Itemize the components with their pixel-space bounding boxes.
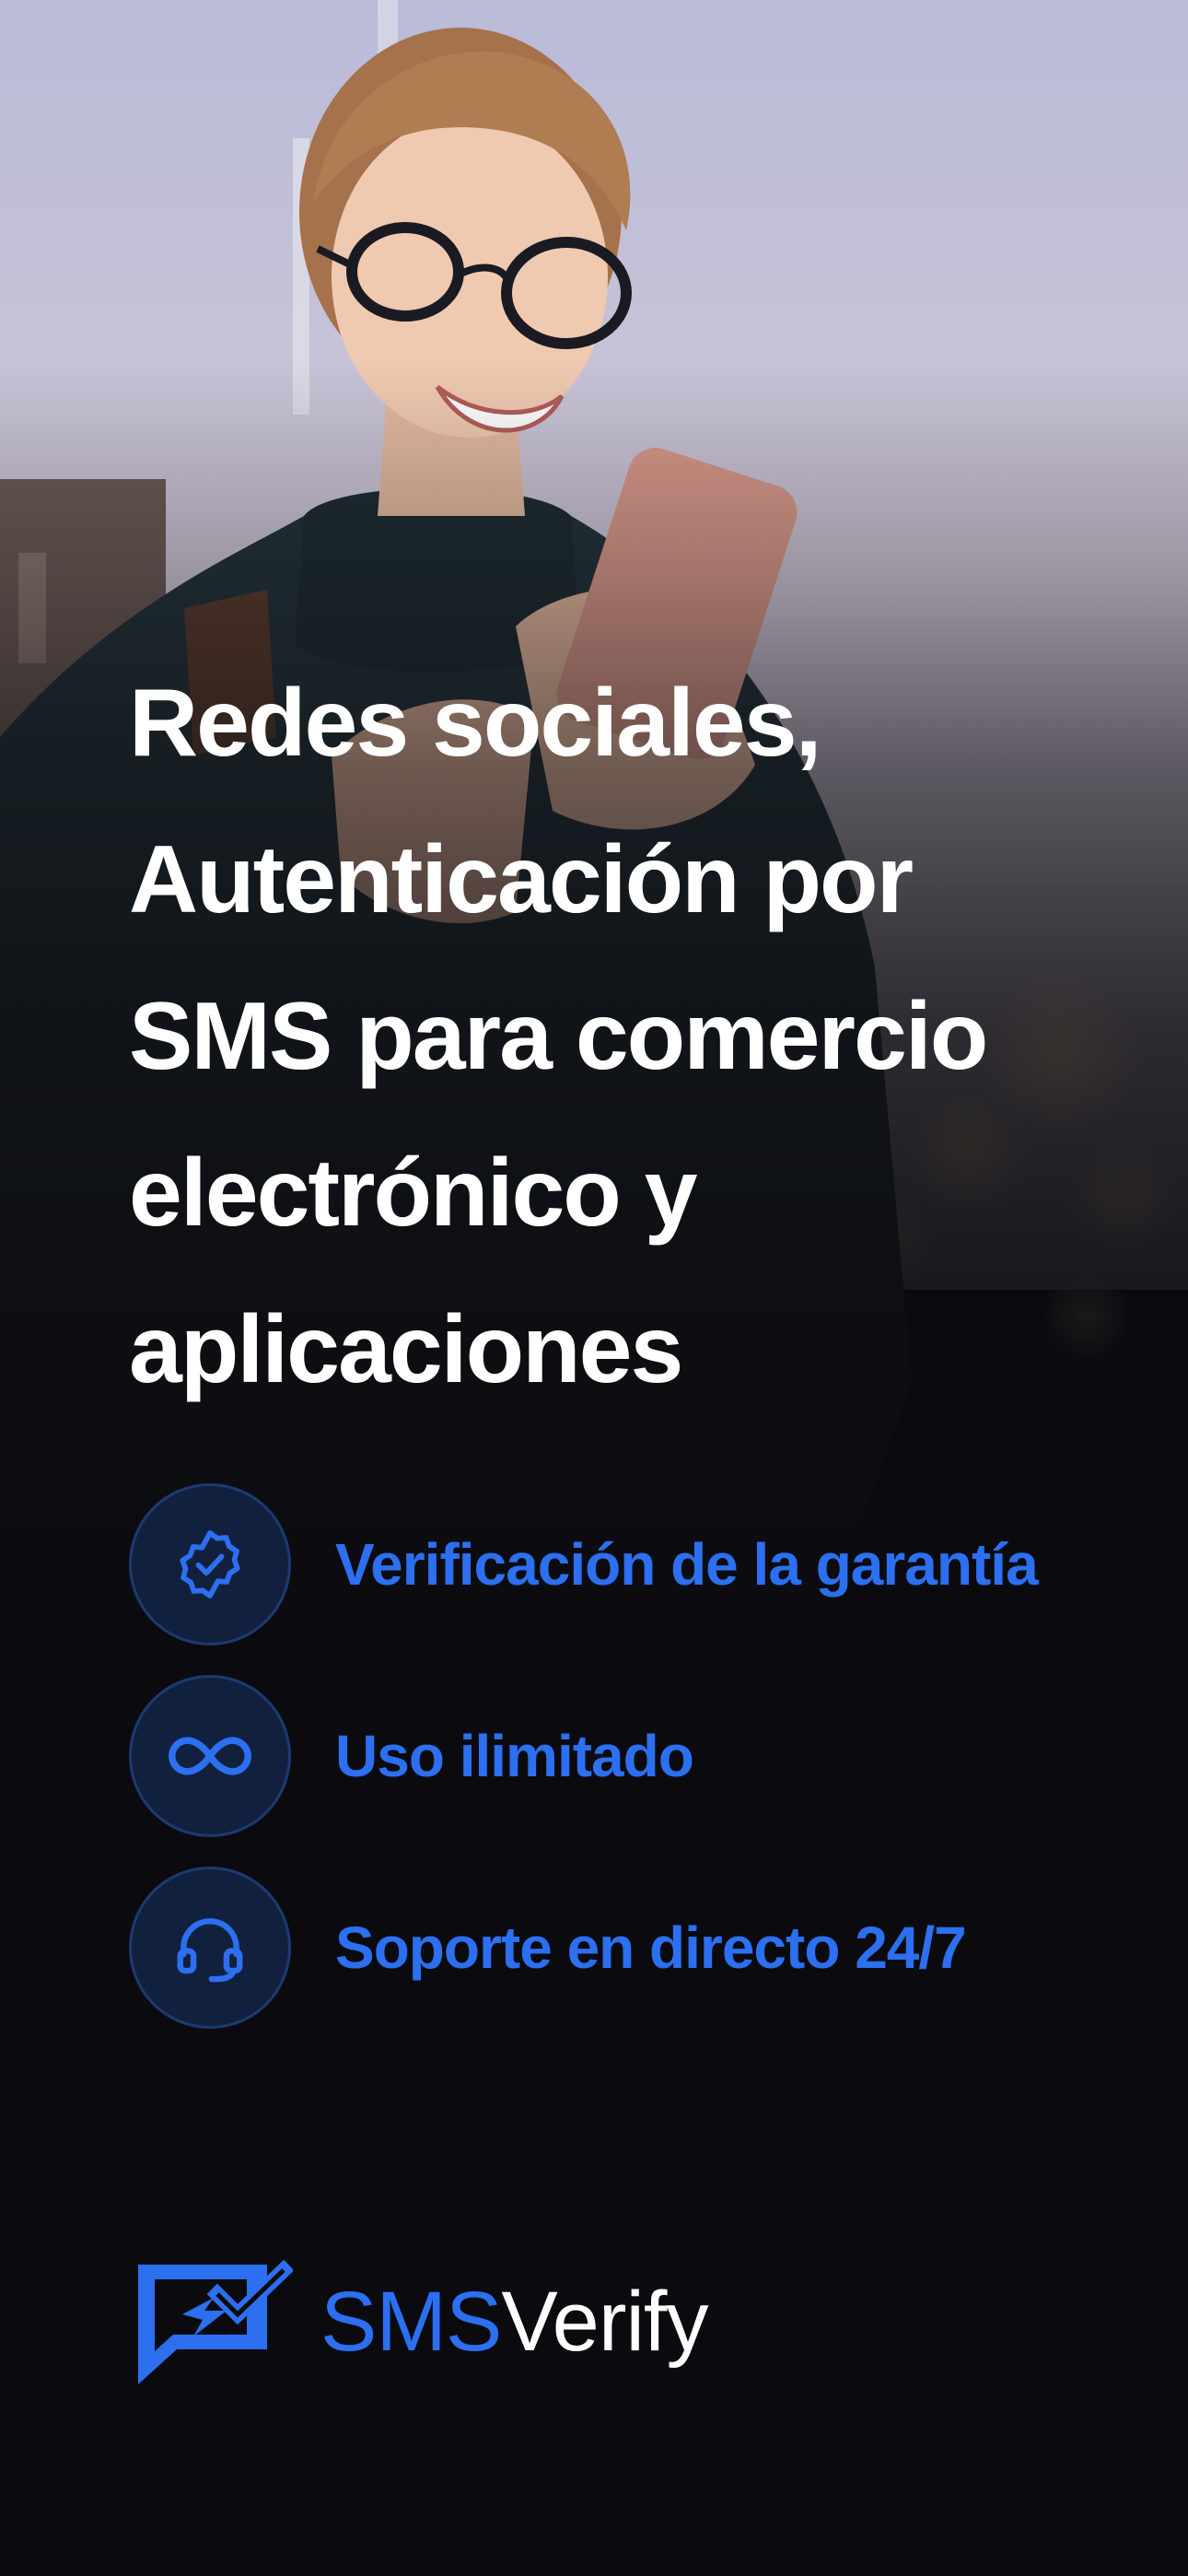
feature-label: Verificación de la garantía	[335, 1531, 1039, 1598]
headline: Redes sociales, Autenticación por SMS pa…	[129, 645, 1151, 1428]
verified-badge-icon	[129, 1483, 291, 1645]
brand-name: SMSVerify	[320, 2274, 708, 2371]
feature-label: Soporte en directo 24/7	[335, 1914, 967, 1981]
infinity-icon	[129, 1675, 291, 1837]
feature-list: Verificación de la garantía Uso ilimitad…	[129, 1483, 1170, 2058]
feature-item: Verificación de la garantía	[129, 1483, 1170, 1645]
headset-icon	[129, 1867, 291, 2029]
headline-line: electrónico y	[129, 1140, 698, 1247]
headline-line: Autenticación por	[129, 826, 914, 933]
headline-line: aplicaciones	[129, 1296, 683, 1403]
headline-line: SMS para comercio	[129, 983, 988, 1090]
brand-name-part1: SMS	[320, 2274, 502, 2369]
brand-name-part2: Verify	[501, 2274, 708, 2369]
headline-line: Redes sociales,	[129, 670, 821, 777]
feature-item: Soporte en directo 24/7	[129, 1867, 1170, 2029]
chat-check-logo-icon	[138, 2259, 293, 2384]
feature-label: Uso ilimitado	[335, 1723, 694, 1789]
brand-logo: SMSVerify	[129, 2257, 708, 2386]
feature-item: Uso ilimitado	[129, 1675, 1170, 1837]
